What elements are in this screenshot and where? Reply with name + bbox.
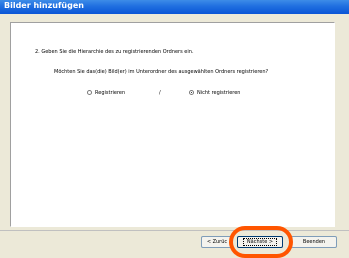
footer-divider xyxy=(0,230,349,231)
content-panel: 2. Geben Sie die Hierarchie des zu regis… xyxy=(10,22,335,227)
title-bar[interactable]: Bilder hinzufügen xyxy=(0,0,349,14)
option-separator: / xyxy=(159,90,161,96)
radio-nicht-registrieren[interactable] xyxy=(189,90,194,95)
back-button-label: < Zurüc xyxy=(206,239,228,245)
finish-button[interactable]: Beenden xyxy=(291,236,337,248)
radio-label-nicht-registrieren[interactable]: Nicht registrieren xyxy=(197,90,240,96)
finish-button-label: Beenden xyxy=(302,239,326,245)
radio-label-registrieren[interactable]: Registrieren xyxy=(95,90,125,96)
radio-registrieren[interactable] xyxy=(87,90,92,95)
window-title: Bilder hinzufügen xyxy=(4,1,84,10)
question-text: Möchten Sie das(die) Bild(er) im Unteror… xyxy=(54,69,269,75)
step-instruction: 2. Geben Sie die Hierarchie des zu regis… xyxy=(35,49,194,55)
wizard-window: Bilder hinzufügen 2. Geben Sie die Hiera… xyxy=(0,0,349,258)
highlight-circle xyxy=(229,226,293,258)
